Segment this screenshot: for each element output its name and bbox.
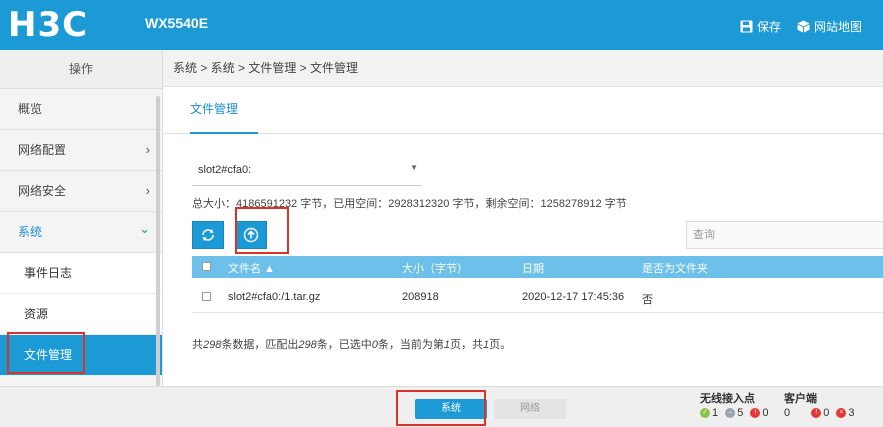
sidebar-subitem-label: 资源 [24,307,49,321]
ap-online-count: 1 [712,407,719,419]
sidebar-item-label: 网络配置 [18,143,67,157]
cell-filename: slot2#cfa0:/1.tar.gz [228,291,321,303]
idle-icon: – [725,408,736,419]
sidebar-item-label: 系统 [18,225,43,239]
sidebar-item-network-config[interactable]: 网络配置 › [0,130,162,171]
chevron-down-icon: ⌄ [139,221,150,236]
client-status-title: 客户端 [784,393,817,405]
tab-divider [163,133,883,134]
column-header-is-folder[interactable]: 是否为文件夹 [642,260,708,276]
sidebar-item-label: 概览 [18,102,43,116]
storage-select-value: slot2#cfa0: [198,164,252,176]
refresh-icon [202,229,214,241]
storage-select[interactable]: slot2#cfa0: ▼ [192,156,422,186]
sitemap-button[interactable]: 网站地图 [797,18,862,35]
sidebar-item-system[interactable]: 系统 ⌄ [0,212,162,253]
cell-is-folder: 否 [642,294,653,306]
client-count-b: 0 [823,407,830,419]
sidebar-title: 操作 [0,50,162,89]
pagination-text: 条，已选中 [316,339,372,351]
pagination-text: 页，共 [449,339,483,351]
highlight-file-management [7,332,85,374]
ap-idle-count: 5 [737,407,744,419]
ap-status-title: 无线接入点 [700,393,755,405]
select-all-checkbox[interactable] [202,262,211,271]
cube-icon [797,20,810,33]
chevron-right-icon: › [145,183,150,198]
column-header-size[interactable]: 大小（字节） [402,260,468,276]
sidebar-item-network-security[interactable]: 网络安全 › [0,171,162,212]
sidebar-scrollbar[interactable] [156,96,160,386]
sidebar-item-overview[interactable]: 概览 [0,89,162,130]
h3c-logo: H3C [8,5,89,45]
sidebar-subitem-event-log[interactable]: 事件日志 [0,253,162,294]
sidebar-subitem-label: 事件日志 [24,266,73,280]
tab-active-indicator [190,132,258,134]
column-header-date[interactable]: 日期 [522,260,544,276]
highlight-upload-button [235,207,289,254]
online-icon: ✓ [700,408,710,419]
error-icon: × [836,408,847,419]
client-status-counts[interactable]: 0 ! 0 × 3 [784,407,855,419]
sitemap-label: 网站地图 [814,20,863,34]
client-count-a: 0 [784,407,791,419]
column-header-filename[interactable]: 文件名 ▲ [228,260,275,276]
pagination-text: 条，当前为第 [377,339,444,351]
highlight-system-tab [396,390,486,426]
search-input[interactable]: 查询 [686,221,883,249]
total-count: 298 [203,339,222,351]
row-checkbox[interactable] [202,292,211,301]
pagination-text: 共 [192,339,203,351]
refresh-button[interactable] [192,221,224,249]
offline-icon: ! [750,408,761,419]
pagination-info: 共298条数据，匹配出298条，已选中0条，当前为第1页，共1页。 [192,336,511,352]
save-label: 保存 [757,20,782,34]
alert-icon: ! [811,408,822,419]
save-icon [740,20,753,33]
dropdown-caret-icon: ▼ [410,163,418,172]
table-header: 文件名 ▲ 大小（字节） 日期 是否为文件夹 [192,256,883,278]
ap-offline-count: 0 [762,407,769,419]
chevron-right-icon: › [145,142,150,157]
matched-count: 298 [298,339,317,351]
device-model: WX5540E [145,15,209,31]
bottom-tab-network[interactable]: 网络 [494,399,566,419]
sidebar-subitem-resources[interactable]: 资源 [0,294,162,335]
breadcrumb: 系统 > 系统 > 文件管理 > 文件管理 [163,50,883,87]
save-button[interactable]: 保存 [740,18,781,35]
cell-date: 2020-12-17 17:45:36 [522,291,625,303]
tab-file-management[interactable]: 文件管理 [190,100,238,117]
pagination-text: 条数据，匹配出 [221,339,299,351]
ap-status-counts[interactable]: ✓ 1 –5 ! 0 [700,407,769,419]
table-row[interactable]: slot2#cfa0:/1.tar.gz 208918 2020-12-17 1… [192,282,883,313]
cell-size: 208918 [402,291,439,303]
top-bar: H3C WX5540E 保存 网站地图 [0,0,883,50]
sidebar-item-label: 网络安全 [18,184,67,198]
pagination-text: 页。 [489,339,512,351]
client-count-c: 3 [848,407,855,419]
